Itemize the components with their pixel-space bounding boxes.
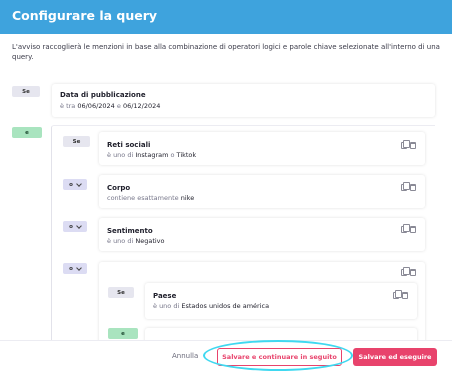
duplicate-icon[interactable]: [401, 182, 410, 191]
or-operator-dropdown[interactable]: o: [63, 179, 87, 190]
operator-label: o: [69, 223, 73, 230]
card-actions: [401, 182, 416, 191]
operator-label: o: [69, 265, 73, 272]
condition-title: Sentimento: [107, 227, 153, 235]
condition-title: Corpo: [107, 184, 131, 192]
card-actions: [393, 290, 408, 299]
or-operator-dropdown[interactable]: o: [63, 221, 87, 232]
operator-label: e: [121, 330, 125, 337]
condition-value: è uno di Negativo: [107, 237, 165, 245]
duplicate-icon[interactable]: [401, 267, 410, 276]
condition-card-date[interactable]: Data di pubblicazione è tra 06/06/2024 e…: [52, 84, 435, 117]
se-operator-tag: Se: [12, 86, 40, 97]
se-operator-tag: Se: [108, 287, 134, 298]
delete-icon[interactable]: [410, 269, 416, 276]
save-continue-later-button[interactable]: Salvare e continuare in seguito: [217, 348, 342, 366]
description-text: L'avviso raccoglierà le menzioni in base…: [12, 43, 440, 61]
card-actions: [401, 140, 416, 149]
duplicate-icon[interactable]: [393, 290, 402, 299]
condition-title: Reti sociali: [107, 141, 151, 149]
or-operator-dropdown[interactable]: o: [63, 263, 87, 274]
modal-header: Configurare la query: [0, 0, 452, 34]
delete-icon[interactable]: [410, 142, 416, 149]
duplicate-icon[interactable]: [401, 140, 410, 149]
delete-icon[interactable]: [410, 184, 416, 191]
chevron-down-icon: [76, 180, 82, 187]
se-operator-tag: Se: [63, 136, 90, 147]
condition-value: è tra 06/06/2024 e 06/12/2024: [60, 102, 161, 110]
condition-title: Data di pubblicazione: [60, 91, 146, 99]
cancel-button[interactable]: Annulla: [172, 352, 198, 360]
chevron-down-icon: [76, 264, 82, 271]
and-operator-dropdown[interactable]: e: [108, 328, 138, 339]
save-and-run-button[interactable]: Salvare ed eseguire: [353, 348, 437, 366]
delete-icon[interactable]: [410, 226, 416, 233]
condition-value: è uno di Estados unidos de américa: [153, 302, 270, 310]
condition-value: contiene esattamente nike: [107, 194, 195, 202]
duplicate-icon[interactable]: [401, 224, 410, 233]
condition-card-sentiment[interactable]: Sentimento è uno di Negativo: [99, 218, 425, 251]
condition-card-country[interactable]: Paese è uno di Estados unidos de américa: [145, 283, 417, 319]
card-actions: [401, 224, 416, 233]
condition-value: è uno di Instagram o Tiktok: [107, 151, 197, 159]
condition-card-body[interactable]: Corpo contiene esattamente nike: [99, 175, 425, 208]
chevron-down-icon: [76, 222, 82, 229]
operator-label: o: [69, 181, 73, 188]
delete-icon[interactable]: [402, 292, 408, 299]
condition-card-social[interactable]: Reti sociali è uno di Instagram o Tiktok: [99, 132, 425, 165]
modal-title: Configurare la query: [12, 8, 158, 23]
condition-title: Paese: [153, 292, 177, 300]
group-actions: [401, 267, 416, 276]
and-operator-tag[interactable]: e: [12, 127, 42, 138]
